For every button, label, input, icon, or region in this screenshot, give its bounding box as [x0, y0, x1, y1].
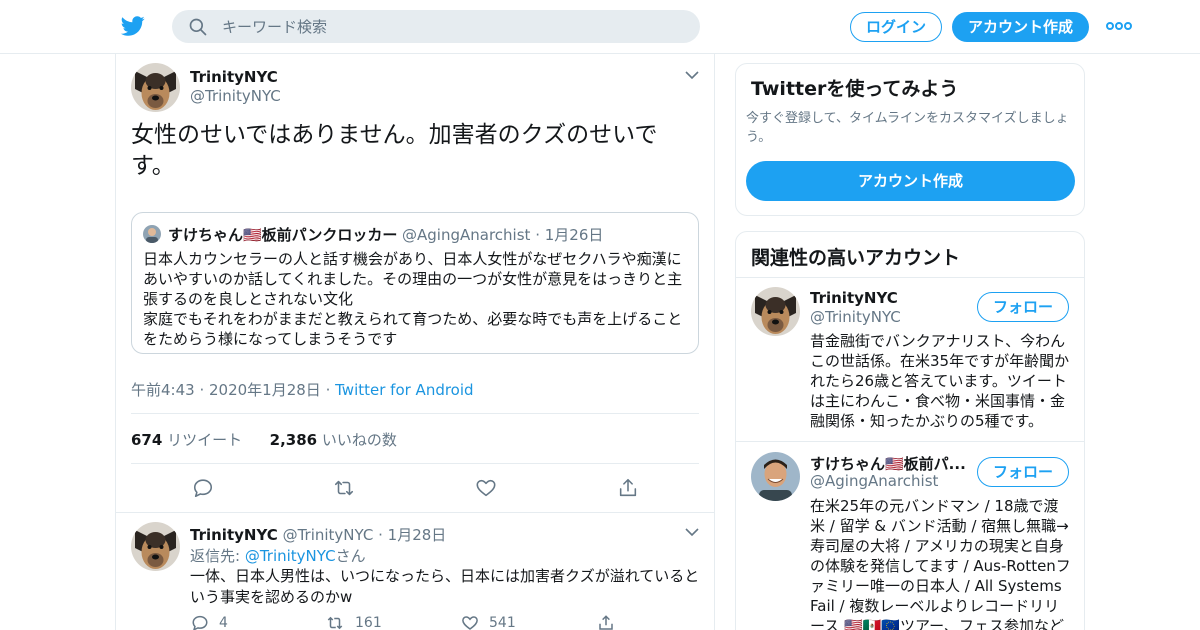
tweet-source-link[interactable]: Twitter for Android — [335, 381, 473, 399]
reply-suffix: さん — [335, 547, 366, 565]
signup-card: Twitterを使ってみよう 今すぐ登録して、タイムラインをカスタマイズしましょ… — [735, 63, 1085, 216]
heart-icon[interactable] — [475, 477, 497, 499]
separator-dot: · — [325, 381, 336, 399]
related-account-name[interactable]: すけちゃん🇺🇸板前パ... — [810, 453, 970, 474]
tweet-author-name[interactable]: TrinityNYC — [190, 68, 278, 86]
like-stat[interactable]: 2,386 いいねの数 — [270, 431, 397, 449]
reply-count: 4 — [219, 615, 228, 630]
reply-retweet-action[interactable]: 161 — [325, 614, 382, 630]
separator-dot: · — [378, 526, 388, 544]
reply-icon[interactable] — [192, 477, 214, 499]
related-account-bio: 昔金融街でバンクアナリスト、今わんこの世話係。在米35年ですが年齢聞かれたら26… — [810, 332, 1070, 430]
quoted-author-avatar — [143, 225, 161, 243]
share-icon — [599, 615, 613, 630]
reply-prefix: 返信先: — [190, 547, 245, 565]
tweet-stats: 674 リツイート 2,386 いいねの数 — [131, 429, 397, 450]
related-account-avatar[interactable] — [751, 452, 800, 501]
reply-retweet-count: 161 — [355, 615, 382, 630]
retweet-icon — [327, 616, 343, 630]
reply-reply-action[interactable]: 4 — [191, 614, 228, 630]
divider — [736, 441, 1084, 442]
retweet-stat-label: リツイート — [167, 431, 243, 449]
tweet-timestamp[interactable]: 午前4:43 · 2020年1月28日 — [131, 381, 321, 399]
reply-header: TrinityNYC @TrinityNYC · 1月28日 — [190, 524, 446, 545]
reply-to-link[interactable]: @TrinityNYC — [245, 547, 336, 565]
reply-like-count: 541 — [489, 615, 516, 630]
signup-card-title: Twitterを使ってみよう — [751, 78, 959, 100]
quoted-date: 1月26日 — [544, 226, 604, 244]
follow-button[interactable]: フォロー — [977, 457, 1069, 487]
retweet-icon[interactable] — [333, 477, 355, 499]
reply-icon — [192, 615, 208, 630]
related-account-handle[interactable]: @TrinityNYC — [810, 308, 901, 326]
share-icon[interactable] — [617, 477, 639, 499]
quoted-tweet-text: 日本人カウンセラーの人と話す機会があり、日本人女性がなぜセクハラや痴漢にあいやす… — [143, 249, 691, 349]
like-count: 2,386 — [269, 431, 318, 449]
retweet-count: 674 — [131, 431, 163, 449]
quoted-tweet[interactable]: すけちゃん🇺🇸板前パンクロッカー @AgingAnarchist · 1月26日… — [131, 212, 699, 354]
divider — [736, 277, 1084, 278]
signup-card-subtitle: 今すぐ登録して、タイムラインをカスタマイズしましょう。 — [746, 111, 1069, 145]
reply-author-avatar[interactable] — [131, 522, 180, 571]
replying-to: 返信先: @TrinityNYCさん — [190, 545, 366, 566]
related-account-avatar[interactable] — [751, 287, 800, 336]
signup-card-button[interactable]: アカウント作成 — [746, 161, 1075, 201]
search-box[interactable] — [172, 10, 700, 43]
top-bar: ログイン アカウント作成 — [0, 0, 1200, 54]
tweet-column: TrinityNYC @TrinityNYC 女性のせいではありません。加害者の… — [115, 54, 715, 630]
reply-date[interactable]: 1月28日 — [388, 526, 447, 544]
reply-author-name[interactable]: TrinityNYC — [190, 526, 278, 544]
tweet-meta: 午前4:43 · 2020年1月28日 · Twitter for Androi… — [131, 379, 474, 400]
divider — [116, 512, 714, 513]
quoted-text-line: 家庭でもそれをわがままだと教えられて育つため、必要な時でも声を上げることをためら… — [143, 310, 683, 348]
login-button[interactable]: ログイン — [850, 12, 942, 42]
retweet-stat[interactable]: 674 リツイート — [131, 431, 242, 449]
related-account-handle[interactable]: @AgingAnarchist — [810, 472, 938, 490]
quoted-author-handle: @AgingAnarchist · 1月26日 — [402, 224, 603, 245]
follow-button[interactable]: フォロー — [977, 292, 1069, 322]
related-account-bio: 在米25年の元バンドマン / 18歳で渡米 / 留学 & バンド活動 / 宿無し… — [810, 497, 1071, 630]
tweet-author-handle[interactable]: @TrinityNYC — [190, 87, 281, 105]
twitter-bird-icon[interactable] — [120, 14, 146, 38]
divider — [131, 413, 699, 414]
related-account-name[interactable]: TrinityNYC — [810, 289, 898, 307]
quoted-author-name: すけちゃん🇺🇸板前パンクロッカー — [168, 226, 398, 244]
divider — [131, 463, 699, 464]
separator-dot: · — [535, 226, 545, 244]
dog-avatar-image — [131, 63, 180, 112]
author-avatar[interactable] — [131, 63, 180, 112]
chevron-down-icon[interactable] — [685, 70, 699, 80]
reply-author-handle[interactable]: @TrinityNYC — [283, 526, 374, 544]
person-avatar-image — [751, 452, 800, 501]
related-accounts-title: 関連性の高いアカウント — [751, 247, 961, 269]
dog-avatar-image — [131, 522, 180, 571]
signup-button[interactable]: アカウント作成 — [952, 12, 1089, 42]
heart-icon — [462, 616, 478, 630]
related-accounts-card: 関連性の高いアカウント TrinityNYC @TrinityNYC フォロー … — [735, 231, 1085, 630]
tweet-text: 女性のせいではありません。加害者のクズのせいです。 — [131, 122, 658, 179]
more-options-icon[interactable] — [1106, 18, 1132, 34]
quoted-text-line: 日本人カウンセラーの人と話す機会があり、日本人女性がなぜセクハラや痴漢にあいやす… — [143, 250, 683, 308]
dog-avatar-image — [751, 287, 800, 336]
reply-share-action[interactable] — [597, 614, 625, 630]
chevron-down-icon[interactable] — [685, 527, 699, 537]
reply-like-action[interactable]: 541 — [461, 614, 516, 630]
quoted-handle-text: @AgingAnarchist — [402, 226, 531, 244]
like-stat-label: いいねの数 — [321, 431, 397, 449]
reply-text: 一体、日本人男性は、いつになったら、日本には加害者クズが溢れているという事実を認… — [190, 567, 700, 606]
search-icon — [189, 18, 207, 36]
search-input[interactable] — [222, 10, 682, 43]
